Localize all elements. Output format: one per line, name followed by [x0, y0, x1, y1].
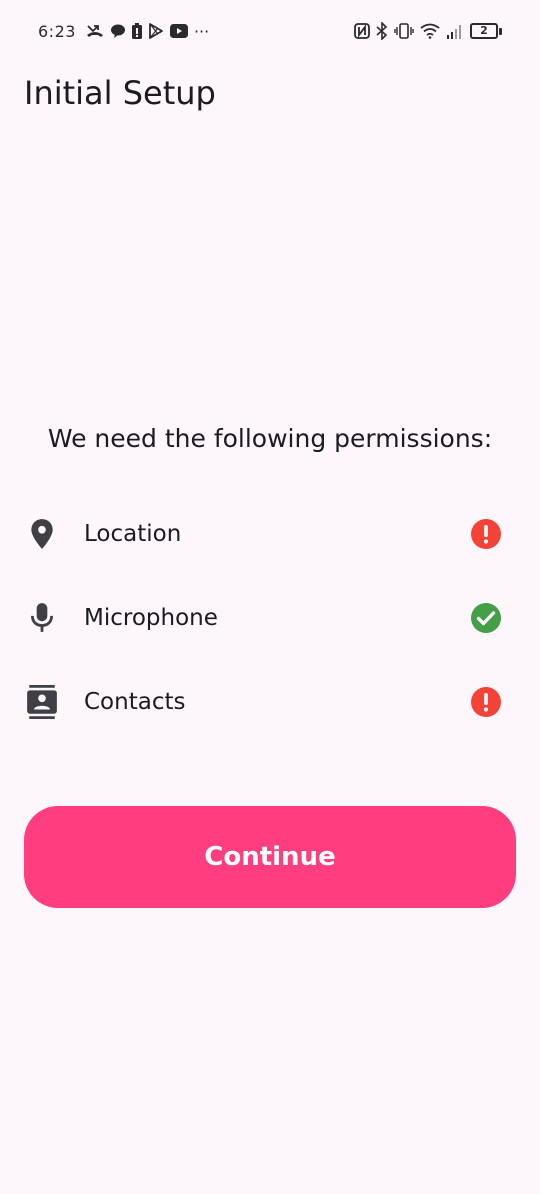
battery-level: 2 [470, 23, 498, 39]
status-bar: 6:23 ··· 2 [0, 0, 540, 62]
page-title: Initial Setup [24, 74, 216, 112]
permission-label: Location [84, 521, 182, 547]
status-time: 6:23 [38, 21, 76, 41]
continue-button[interactable]: Continue [24, 806, 516, 908]
vibrate-icon [394, 23, 414, 39]
more-dots-icon: ··· [193, 21, 210, 41]
permission-label: Contacts [84, 689, 186, 715]
warning-icon [470, 686, 502, 718]
battery-icon: 2 [470, 23, 502, 39]
nfc-icon [354, 23, 370, 39]
bluetooth-icon [376, 22, 388, 40]
play-store-icon [148, 23, 164, 39]
microphone-icon [24, 600, 60, 636]
contacts-icon [24, 684, 60, 720]
battery-saver-icon [131, 23, 142, 39]
missed-call-icon [86, 23, 104, 39]
permissions-heading: We need the following permissions: [47, 424, 493, 453]
battery-tip [499, 27, 502, 35]
permission-label: Microphone [84, 605, 218, 631]
location-pin-icon [24, 516, 60, 552]
warning-icon [470, 518, 502, 550]
screen: 6:23 ··· 2 Initial Setup We need the fol… [0, 0, 540, 1194]
permission-row-location[interactable]: Location [0, 492, 540, 576]
wifi-icon [420, 23, 440, 39]
status-right: 2 [354, 22, 502, 40]
chat-bubble-icon [110, 23, 126, 39]
cell-signal-icon [446, 23, 464, 39]
permission-row-microphone[interactable]: Microphone [0, 576, 540, 660]
youtube-icon [169, 24, 188, 38]
check-circle-icon [470, 602, 502, 634]
status-left: 6:23 ··· [38, 22, 209, 41]
permission-row-contacts[interactable]: Contacts [0, 660, 540, 744]
